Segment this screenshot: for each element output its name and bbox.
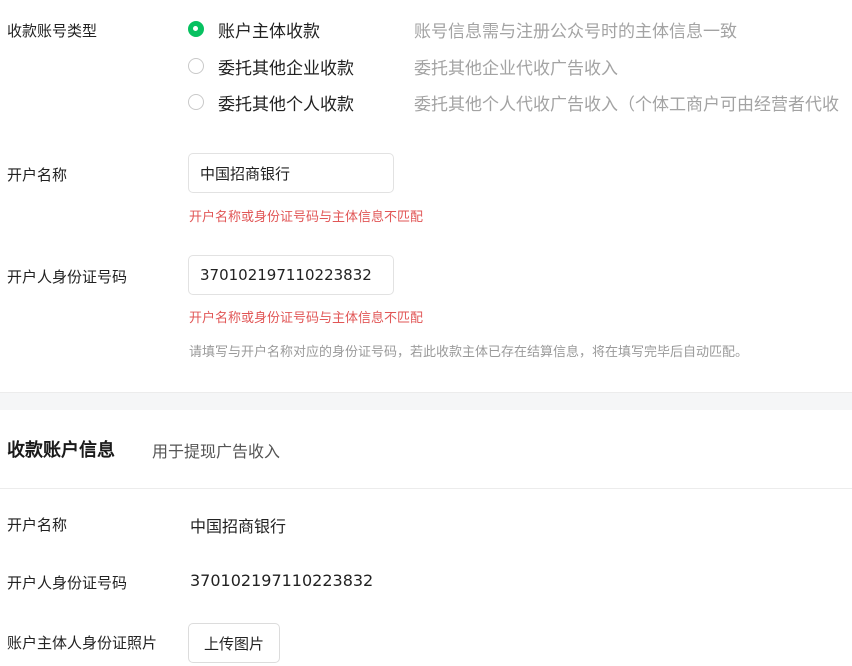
radio-option-desc: 账号信息需与注册公众号时的主体信息一致 — [414, 21, 737, 42]
section-title: 收款账户信息 — [7, 440, 115, 461]
radio-option-other-person[interactable]: 委托其他个人收款 委托其他个人代收广告收入（个体工商户可由经营者代收 — [188, 90, 839, 115]
account-name-label: 开户名称 — [7, 166, 68, 184]
account-type-label: 收款账号类型 — [7, 22, 98, 40]
section-separator — [0, 392, 852, 410]
id-number-label: 开户人身份证号码 — [7, 268, 128, 286]
radio-option-label[interactable]: 委托其他个人收款 — [218, 90, 414, 115]
radio-option-other-company[interactable]: 委托其他企业收款 委托其他企业代收广告收入 — [188, 54, 618, 79]
radio-checked-icon[interactable] — [188, 21, 204, 37]
page: 收款账号类型 账户主体收款 账号信息需与注册公众号时的主体信息一致 委托其他企业… — [0, 0, 852, 666]
receiving-id-label: 开户人身份证号码 — [7, 574, 128, 592]
id-photo-label: 账户主体人身份证照片 — [7, 634, 158, 652]
id-number-input[interactable] — [188, 255, 394, 295]
id-number-hint: 请填写与开户名称对应的身份证号码，若此收款主体已存在结算信息，将在填写完毕后自动… — [189, 345, 749, 360]
radio-option-desc: 委托其他个人代收广告收入（个体工商户可由经营者代收 — [414, 94, 839, 115]
account-name-error: 开户名称或身份证号码与主体信息不匹配 — [189, 210, 424, 225]
section-divider — [0, 488, 852, 489]
section-subtitle: 用于提现广告收入 — [152, 442, 281, 461]
radio-option-desc: 委托其他企业代收广告收入 — [414, 58, 618, 79]
radio-option-label[interactable]: 账户主体收款 — [218, 17, 414, 42]
receiving-account-name-label: 开户名称 — [7, 516, 68, 534]
upload-image-button[interactable]: 上传图片 — [188, 623, 280, 663]
account-name-input[interactable] — [188, 153, 394, 193]
radio-unchecked-icon[interactable] — [188, 94, 204, 110]
radio-unchecked-icon[interactable] — [188, 58, 204, 74]
receiving-account-name-value: 中国招商银行 — [190, 517, 287, 536]
receiving-id-value: 370102197110223832 — [190, 571, 374, 590]
id-number-error: 开户名称或身份证号码与主体信息不匹配 — [189, 311, 424, 326]
radio-option-label[interactable]: 委托其他企业收款 — [218, 54, 414, 79]
radio-option-self[interactable]: 账户主体收款 账号信息需与注册公众号时的主体信息一致 — [188, 17, 737, 42]
